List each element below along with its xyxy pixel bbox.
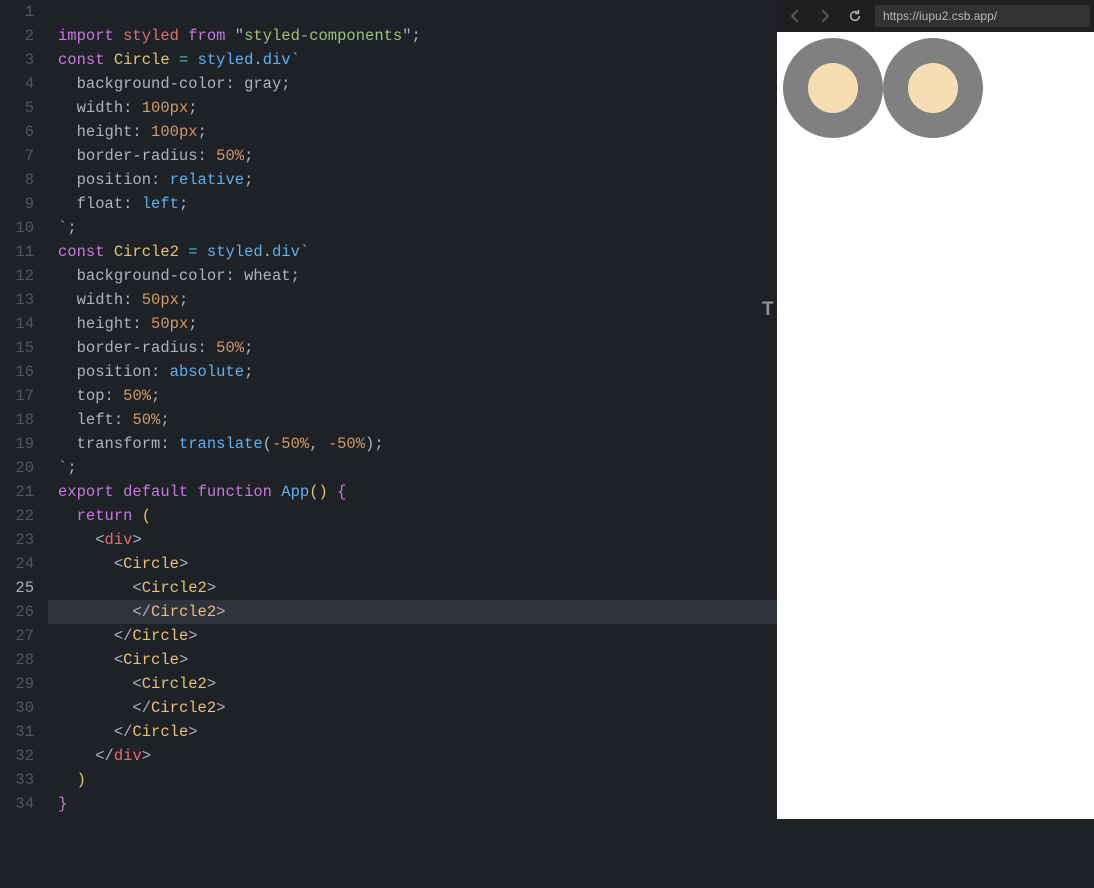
line-number: 20 (0, 456, 34, 480)
editor-gutter: 1 2 3 4 5 6 7 8 9 10 11 12 13 14 15 16 1… (0, 0, 48, 819)
line-number: 19 (0, 432, 34, 456)
line-number: 13 (0, 288, 34, 312)
line-number: 27 (0, 624, 34, 648)
address-bar[interactable]: https://iupu2.csb.app/ (875, 5, 1090, 27)
line-number: 9 (0, 192, 34, 216)
editor-content[interactable]: import styled from "styled-components";c… (48, 0, 777, 819)
line-number: 26 (0, 600, 34, 624)
line-number: 16 (0, 360, 34, 384)
line-number: 7 (0, 144, 34, 168)
line-number: 2 (0, 24, 34, 48)
line-number: 30 (0, 696, 34, 720)
line-number: 28 (0, 648, 34, 672)
nav-refresh-button[interactable] (841, 2, 869, 30)
line-number: 17 (0, 384, 34, 408)
line-number: 5 (0, 96, 34, 120)
line-number: 10 (0, 216, 34, 240)
line-number: 22 (0, 504, 34, 528)
line-number: 12 (0, 264, 34, 288)
preview-viewport (777, 32, 1094, 819)
chevron-left-icon (790, 9, 800, 23)
line-number: 33 (0, 768, 34, 792)
preview-browser-bar: https://iupu2.csb.app/ (777, 0, 1094, 32)
text-cursor (225, 600, 226, 618)
line-number: 3 (0, 48, 34, 72)
chevron-right-icon (820, 9, 830, 23)
preview-circle-inner (908, 63, 958, 113)
preview-circle (783, 38, 883, 138)
nav-back-button[interactable] (781, 2, 809, 30)
line-number: 29 (0, 672, 34, 696)
line-number: 25 (0, 576, 34, 600)
code-editor[interactable]: 1 2 3 4 5 6 7 8 9 10 11 12 13 14 15 16 1… (0, 0, 777, 819)
line-number: 34 (0, 792, 34, 816)
line-number: 24 (0, 552, 34, 576)
pane-resize-handle[interactable]: T (762, 298, 774, 322)
line-number: 23 (0, 528, 34, 552)
line-number: 31 (0, 720, 34, 744)
line-number: 14 (0, 312, 34, 336)
line-number: 8 (0, 168, 34, 192)
line-number: 6 (0, 120, 34, 144)
refresh-icon (848, 9, 862, 23)
line-number: 11 (0, 240, 34, 264)
line-number: 32 (0, 744, 34, 768)
preview-pane: https://iupu2.csb.app/ (777, 0, 1094, 819)
preview-circle-inner (808, 63, 858, 113)
line-number: 21 (0, 480, 34, 504)
line-number: 18 (0, 408, 34, 432)
line-number: 15 (0, 336, 34, 360)
active-line[interactable]: </Circle2> (48, 600, 777, 624)
preview-circle (883, 38, 983, 138)
nav-forward-button[interactable] (811, 2, 839, 30)
line-number: 4 (0, 72, 34, 96)
line-number: 1 (0, 0, 34, 24)
